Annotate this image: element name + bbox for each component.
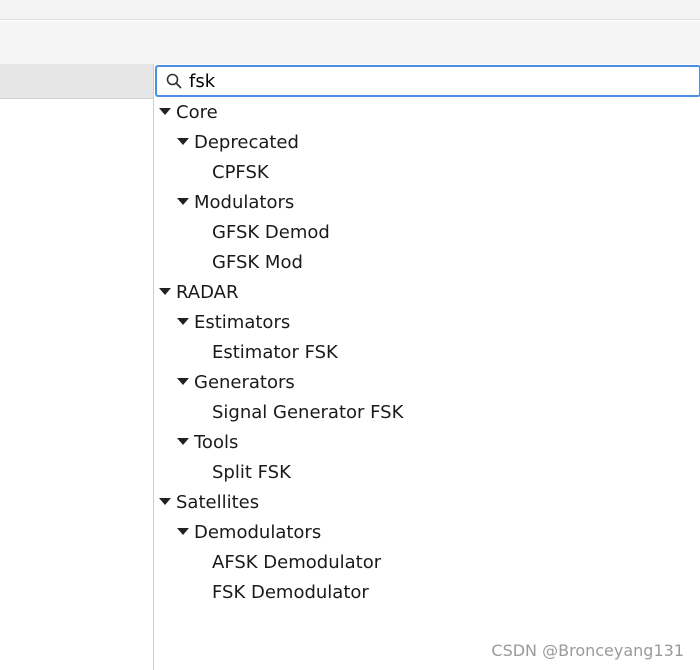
tree-node-core[interactable]: Core: [154, 97, 700, 127]
window-top-strip: [0, 0, 700, 20]
tree-leaf-gfsk-demod[interactable]: GFSK Demod: [154, 217, 700, 247]
tree-node-label: RADAR: [176, 281, 239, 303]
block-library-panel: Core Deprecated CPFSK Modulators GFSK De…: [154, 64, 700, 670]
tree-node-generators[interactable]: Generators: [154, 367, 700, 397]
tree-leaf-afsk-demodulator[interactable]: AFSK Demodulator: [154, 547, 700, 577]
tree-leaf-label: Split FSK: [212, 461, 291, 483]
watermark-text: CSDN @Bronceyang131: [491, 641, 684, 660]
expand-arrow-icon[interactable]: [176, 525, 190, 539]
expand-arrow-icon[interactable]: [158, 105, 172, 119]
search-input[interactable]: [189, 68, 629, 94]
search-icon: [165, 72, 183, 90]
tree-leaf-label: GFSK Mod: [212, 251, 303, 273]
block-tree: Core Deprecated CPFSK Modulators GFSK De…: [154, 97, 700, 607]
left-panel: [0, 64, 154, 670]
tree-node-label: Tools: [194, 431, 239, 453]
tree-node-label: Deprecated: [194, 131, 299, 153]
tree-node-label: Modulators: [194, 191, 295, 213]
tree-node-radar[interactable]: RADAR: [154, 277, 700, 307]
tree-leaf-cpfsk[interactable]: CPFSK: [154, 157, 700, 187]
expand-arrow-icon[interactable]: [176, 195, 190, 209]
expand-arrow-icon[interactable]: [158, 495, 172, 509]
tree-node-label: Satellites: [176, 491, 260, 513]
expand-arrow-icon[interactable]: [176, 315, 190, 329]
tree-leaf-label: Estimator FSK: [212, 341, 338, 363]
tree-node-deprecated[interactable]: Deprecated: [154, 127, 700, 157]
tree-node-label: Estimators: [194, 311, 291, 333]
expand-arrow-icon[interactable]: [176, 375, 190, 389]
tree-node-estimators[interactable]: Estimators: [154, 307, 700, 337]
search-box[interactable]: [155, 65, 700, 97]
tree-leaf-fsk-demodulator[interactable]: FSK Demodulator: [154, 577, 700, 607]
tree-node-label: Core: [176, 101, 218, 123]
tree-node-tools[interactable]: Tools: [154, 427, 700, 457]
tree-node-label: Generators: [194, 371, 295, 393]
tree-leaf-label: CPFSK: [212, 161, 269, 183]
tree-leaf-estimator-fsk[interactable]: Estimator FSK: [154, 337, 700, 367]
expand-arrow-icon[interactable]: [176, 135, 190, 149]
tree-node-satellites[interactable]: Satellites: [154, 487, 700, 517]
expand-arrow-icon[interactable]: [158, 285, 172, 299]
tree-leaf-label: AFSK Demodulator: [212, 551, 382, 573]
tree-leaf-label: Signal Generator FSK: [212, 401, 404, 423]
expand-arrow-icon[interactable]: [176, 435, 190, 449]
tree-leaf-label: GFSK Demod: [212, 221, 330, 243]
tree-leaf-gfsk-mod[interactable]: GFSK Mod: [154, 247, 700, 277]
left-panel-header: [0, 64, 153, 99]
tree-node-demodulators[interactable]: Demodulators: [154, 517, 700, 547]
toolbar: [0, 21, 700, 64]
tree-node-modulators[interactable]: Modulators: [154, 187, 700, 217]
tree-node-label: Demodulators: [194, 521, 322, 543]
tree-leaf-label: FSK Demodulator: [212, 581, 369, 603]
tree-leaf-signal-generator-fsk[interactable]: Signal Generator FSK: [154, 397, 700, 427]
tree-leaf-split-fsk[interactable]: Split FSK: [154, 457, 700, 487]
